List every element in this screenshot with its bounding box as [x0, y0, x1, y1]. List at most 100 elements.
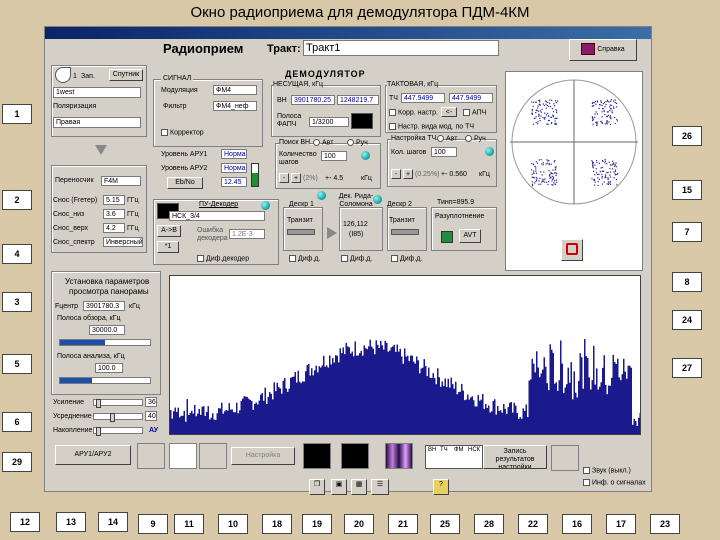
spectrum-bar: [464, 400, 466, 434]
spectrum-bar: [269, 392, 271, 434]
satellite-select[interactable]: 1west: [53, 87, 141, 98]
spectrum-bar: [350, 353, 352, 434]
avt-button[interactable]: AVT: [459, 229, 481, 243]
corrector-checkbox[interactable]: Корректор: [161, 129, 204, 136]
constellation-point: [613, 165, 616, 168]
constellation-point: [596, 161, 598, 164]
spectrum-bar: [449, 387, 451, 434]
spectrum-bar: [612, 354, 614, 434]
aru1-label: Уровень АРУ1: [161, 151, 208, 158]
gain-slider-thumb[interactable]: [96, 399, 101, 408]
spectrum-yellow-icon[interactable]: [341, 443, 369, 469]
polarization-select[interactable]: Правая: [53, 117, 141, 128]
report-button[interactable]: ☰: [371, 479, 389, 495]
trakt-input[interactable]: Тракт1: [303, 40, 499, 56]
perenoschik-select[interactable]: F4M: [101, 176, 141, 186]
constellation-point: [544, 116, 546, 119]
vn-value1[interactable]: 3901780.25: [291, 95, 335, 105]
copy-button[interactable]: ❐: [309, 479, 325, 495]
records-icon[interactable]: [551, 445, 579, 471]
constellation-point: [553, 161, 555, 163]
constellation-point: [535, 180, 537, 183]
dif-decoder-checkbox[interactable]: Диф.декодер: [197, 255, 249, 262]
target-button[interactable]: [561, 239, 583, 261]
table-button[interactable]: ▦: [351, 479, 367, 495]
step-minus-button[interactable]: -: [279, 173, 289, 183]
converter-row-value[interactable]: 5.15: [103, 195, 125, 205]
spectrum-bar: [539, 377, 541, 434]
ebno-button[interactable]: Eb/No: [167, 177, 203, 189]
spectrum-view-icon[interactable]: [169, 443, 197, 469]
search-manual-radio[interactable]: Руч: [347, 139, 368, 146]
sputnik-button[interactable]: Спутник: [109, 69, 143, 81]
waterfall-icon[interactable]: [385, 443, 413, 469]
dif1-checkbox[interactable]: Диф.д.: [289, 255, 320, 262]
fcenter-input[interactable]: 3901780.3: [83, 301, 125, 311]
clock-minus-button[interactable]: -: [391, 169, 401, 179]
analysis-input[interactable]: 100.0: [95, 363, 123, 373]
band-input[interactable]: 30000.0: [89, 325, 125, 335]
analysis-slider[interactable]: [59, 377, 151, 384]
step-plus-button[interactable]: +: [291, 173, 301, 183]
record-results-button[interactable]: Запись результатов настройки: [483, 445, 547, 469]
steps-input[interactable]: 100: [321, 151, 347, 161]
spectrum-bar: [621, 374, 623, 434]
disabled-tool-icon[interactable]: [137, 443, 165, 469]
modulation-select[interactable]: ФМ4: [213, 85, 257, 95]
aru-button[interactable]: АРУ1/АРУ2: [55, 445, 131, 465]
help-button[interactable]: Справка: [569, 39, 637, 61]
constellation-point: [545, 163, 547, 165]
nastroika-button[interactable]: Настройка: [231, 447, 295, 465]
printer-icon[interactable]: [199, 443, 227, 469]
accum-slider-thumb[interactable]: [96, 427, 101, 436]
band-slider[interactable]: [59, 339, 151, 346]
converter-row-value[interactable]: 4.2: [103, 223, 125, 233]
spectrum-bar: [609, 385, 611, 434]
spectrum-bar: [215, 420, 217, 434]
accum-slider[interactable]: [93, 427, 143, 436]
gain-slider[interactable]: [93, 399, 143, 408]
ab-button[interactable]: A->B: [157, 225, 181, 237]
panorama-title2: просмотра панорамы: [69, 287, 149, 296]
info-checkbox[interactable]: Инф. о сигналах: [583, 479, 646, 486]
constellation-point: [548, 105, 550, 107]
converter-row-value[interactable]: Инверсный: [103, 237, 143, 247]
nastr-checkbox[interactable]: Настр. вида мод. по ТЧ: [389, 123, 474, 130]
constellation-point: [553, 105, 556, 107]
avg-slider-thumb[interactable]: [110, 413, 115, 422]
spectrum-bar: [552, 352, 554, 434]
filter-select[interactable]: ФМ4_неф: [213, 101, 257, 111]
spectrum-bar: [389, 350, 391, 434]
clock-manual-radio[interactable]: Руч: [465, 135, 486, 142]
korr-select-button[interactable]: <-: [441, 107, 457, 117]
constellation-point: [615, 162, 617, 164]
spectrum-bar: [198, 408, 200, 434]
star-one-button[interactable]: *1: [157, 241, 179, 253]
spectrum-bar: [297, 370, 299, 434]
spectrum-bar: [561, 363, 563, 434]
dif3-checkbox[interactable]: Диф.д.: [391, 255, 422, 262]
vn-value2[interactable]: 1248219.7: [337, 95, 379, 105]
clock-auto-radio[interactable]: Авт: [437, 135, 457, 142]
help-question-button[interactable]: ?: [433, 479, 449, 495]
converter-row-value[interactable]: 3.6: [103, 209, 125, 219]
dif2-checkbox[interactable]: Диф.д.: [341, 255, 372, 262]
spectrum-bar: [188, 415, 190, 434]
pu-decoder-select[interactable]: НСК_3/4: [169, 211, 265, 221]
sound-checkbox[interactable]: Звук (выкл.): [583, 467, 631, 474]
constellation-point: [606, 119, 608, 122]
fapch-select[interactable]: 1/3200: [309, 117, 349, 127]
clock-plus-button[interactable]: +: [403, 169, 413, 179]
spectrum-bar: [590, 389, 592, 434]
spectrum-bar: [369, 339, 371, 434]
avg-slider[interactable]: [93, 413, 143, 422]
spectrum-green-icon[interactable]: [303, 443, 331, 469]
save-button[interactable]: ▣: [331, 479, 347, 495]
korr-checkbox[interactable]: Корр. настр.: [389, 109, 438, 116]
tch-value1[interactable]: 447.9499: [401, 93, 445, 103]
search-auto-radio[interactable]: Авт: [313, 139, 333, 146]
tch-value2[interactable]: 447.9499: [449, 93, 493, 103]
apch-checkbox[interactable]: АПЧ: [463, 109, 486, 116]
clock-steps-input[interactable]: 100: [431, 147, 457, 157]
spectrum-bar: [618, 377, 620, 434]
